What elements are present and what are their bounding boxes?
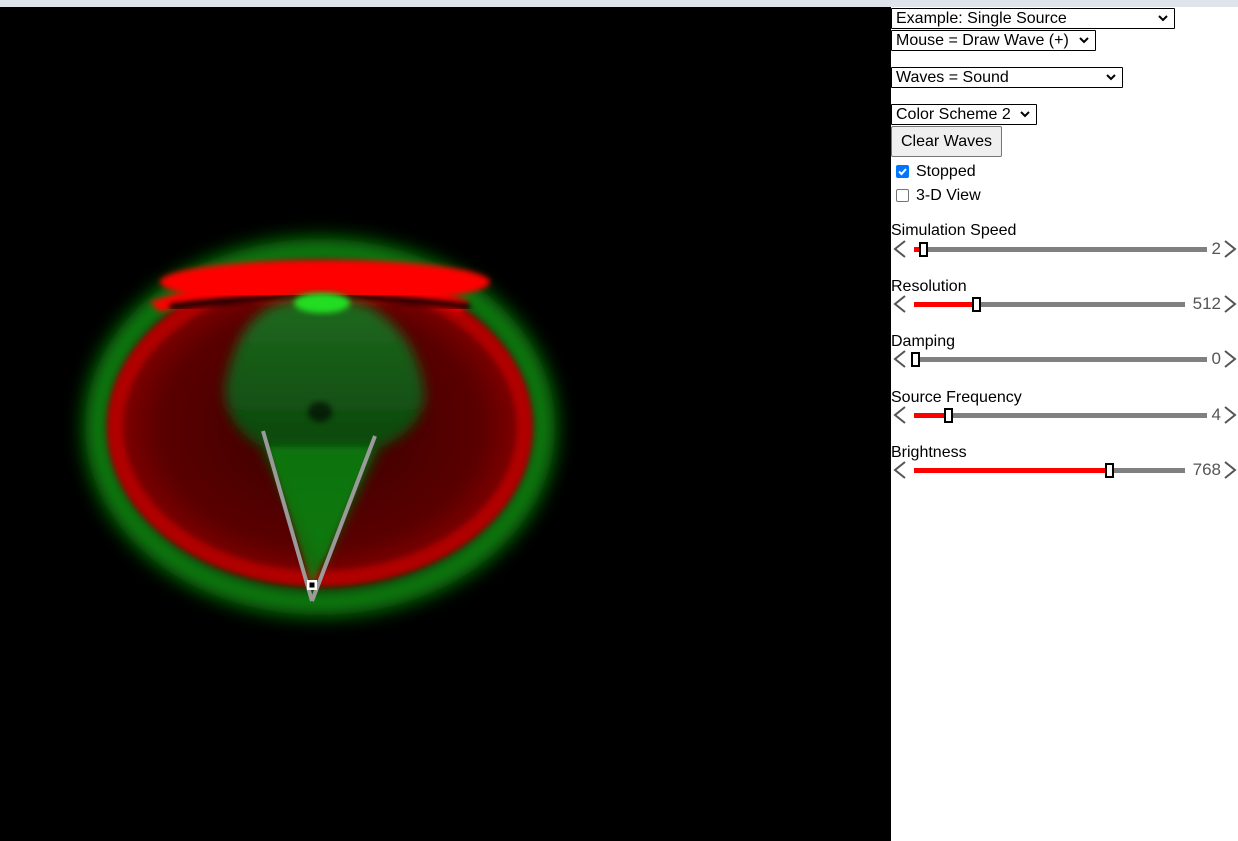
example-select[interactable]: Example: Single Source	[891, 8, 1175, 29]
arrow-left-icon[interactable]	[893, 350, 907, 368]
slider-brightness[interactable]: 768	[891, 460, 1238, 480]
view3d-checkbox[interactable]	[896, 189, 909, 202]
example-select-value: Example: Single Source	[896, 10, 1067, 27]
slider-fill	[914, 302, 974, 307]
slider-thumb[interactable]	[972, 297, 981, 312]
wave-simulation-canvas[interactable]	[0, 7, 891, 841]
slider-value: 768	[1192, 460, 1221, 479]
slider-thumb[interactable]	[919, 242, 928, 257]
wave-field	[85, 239, 555, 615]
slider-track	[914, 247, 1207, 252]
arrow-right-icon[interactable]	[1223, 350, 1237, 368]
slider-resolution[interactable]: 512	[891, 294, 1238, 314]
color-scheme-value: Color Scheme 2	[896, 106, 1011, 123]
browser-top-strip	[0, 0, 1238, 7]
slider-value: 2	[1211, 239, 1221, 258]
arrow-right-icon[interactable]	[1223, 461, 1237, 479]
mouse-mode-select[interactable]: Mouse = Draw Wave (+)	[891, 30, 1096, 51]
checkmark-icon	[898, 168, 907, 176]
slider-fill	[914, 413, 946, 418]
slider-track	[914, 413, 1207, 418]
slider-fill	[914, 468, 1107, 473]
arrow-left-icon[interactable]	[893, 240, 907, 258]
slider-simulation-speed[interactable]: 2	[891, 239, 1238, 259]
slider-value: 512	[1192, 294, 1221, 313]
chevron-down-icon	[1106, 74, 1116, 81]
slider-value: 0	[1211, 349, 1221, 368]
slider-damping[interactable]: 0	[891, 349, 1238, 369]
arrow-right-icon[interactable]	[1223, 406, 1237, 424]
arrow-left-icon[interactable]	[893, 295, 907, 313]
slider-thumb[interactable]	[1105, 463, 1114, 478]
slider-source-frequency[interactable]: 4	[891, 405, 1238, 425]
slider-thumb[interactable]	[911, 352, 920, 367]
slider-thumb[interactable]	[944, 408, 953, 423]
stopped-label: Stopped	[916, 163, 976, 180]
slider-label-simulation-speed: Simulation Speed	[891, 222, 1017, 239]
wave-type-value: Waves = Sound	[896, 69, 1009, 86]
chevron-down-icon	[1158, 15, 1168, 22]
arrow-left-icon[interactable]	[893, 461, 907, 479]
chevron-down-icon	[1079, 37, 1089, 44]
arrow-left-icon[interactable]	[893, 406, 907, 424]
wave-source-point[interactable]	[307, 580, 317, 590]
slider-track	[914, 357, 1207, 362]
view3d-label: 3-D View	[916, 187, 981, 204]
control-panel: Example: Single Source Mouse = Draw Wave…	[891, 7, 1238, 841]
clear-waves-button[interactable]: Clear Waves	[891, 126, 1002, 157]
slider-value: 4	[1211, 405, 1221, 424]
stopped-checkbox[interactable]	[896, 165, 909, 178]
arrow-right-icon[interactable]	[1223, 295, 1237, 313]
chevron-down-icon	[1020, 111, 1030, 118]
mouse-mode-value: Mouse = Draw Wave (+)	[896, 32, 1069, 49]
color-scheme-select[interactable]: Color Scheme 2	[891, 104, 1037, 125]
wave-type-select[interactable]: Waves = Sound	[891, 67, 1123, 88]
arrow-right-icon[interactable]	[1223, 240, 1237, 258]
